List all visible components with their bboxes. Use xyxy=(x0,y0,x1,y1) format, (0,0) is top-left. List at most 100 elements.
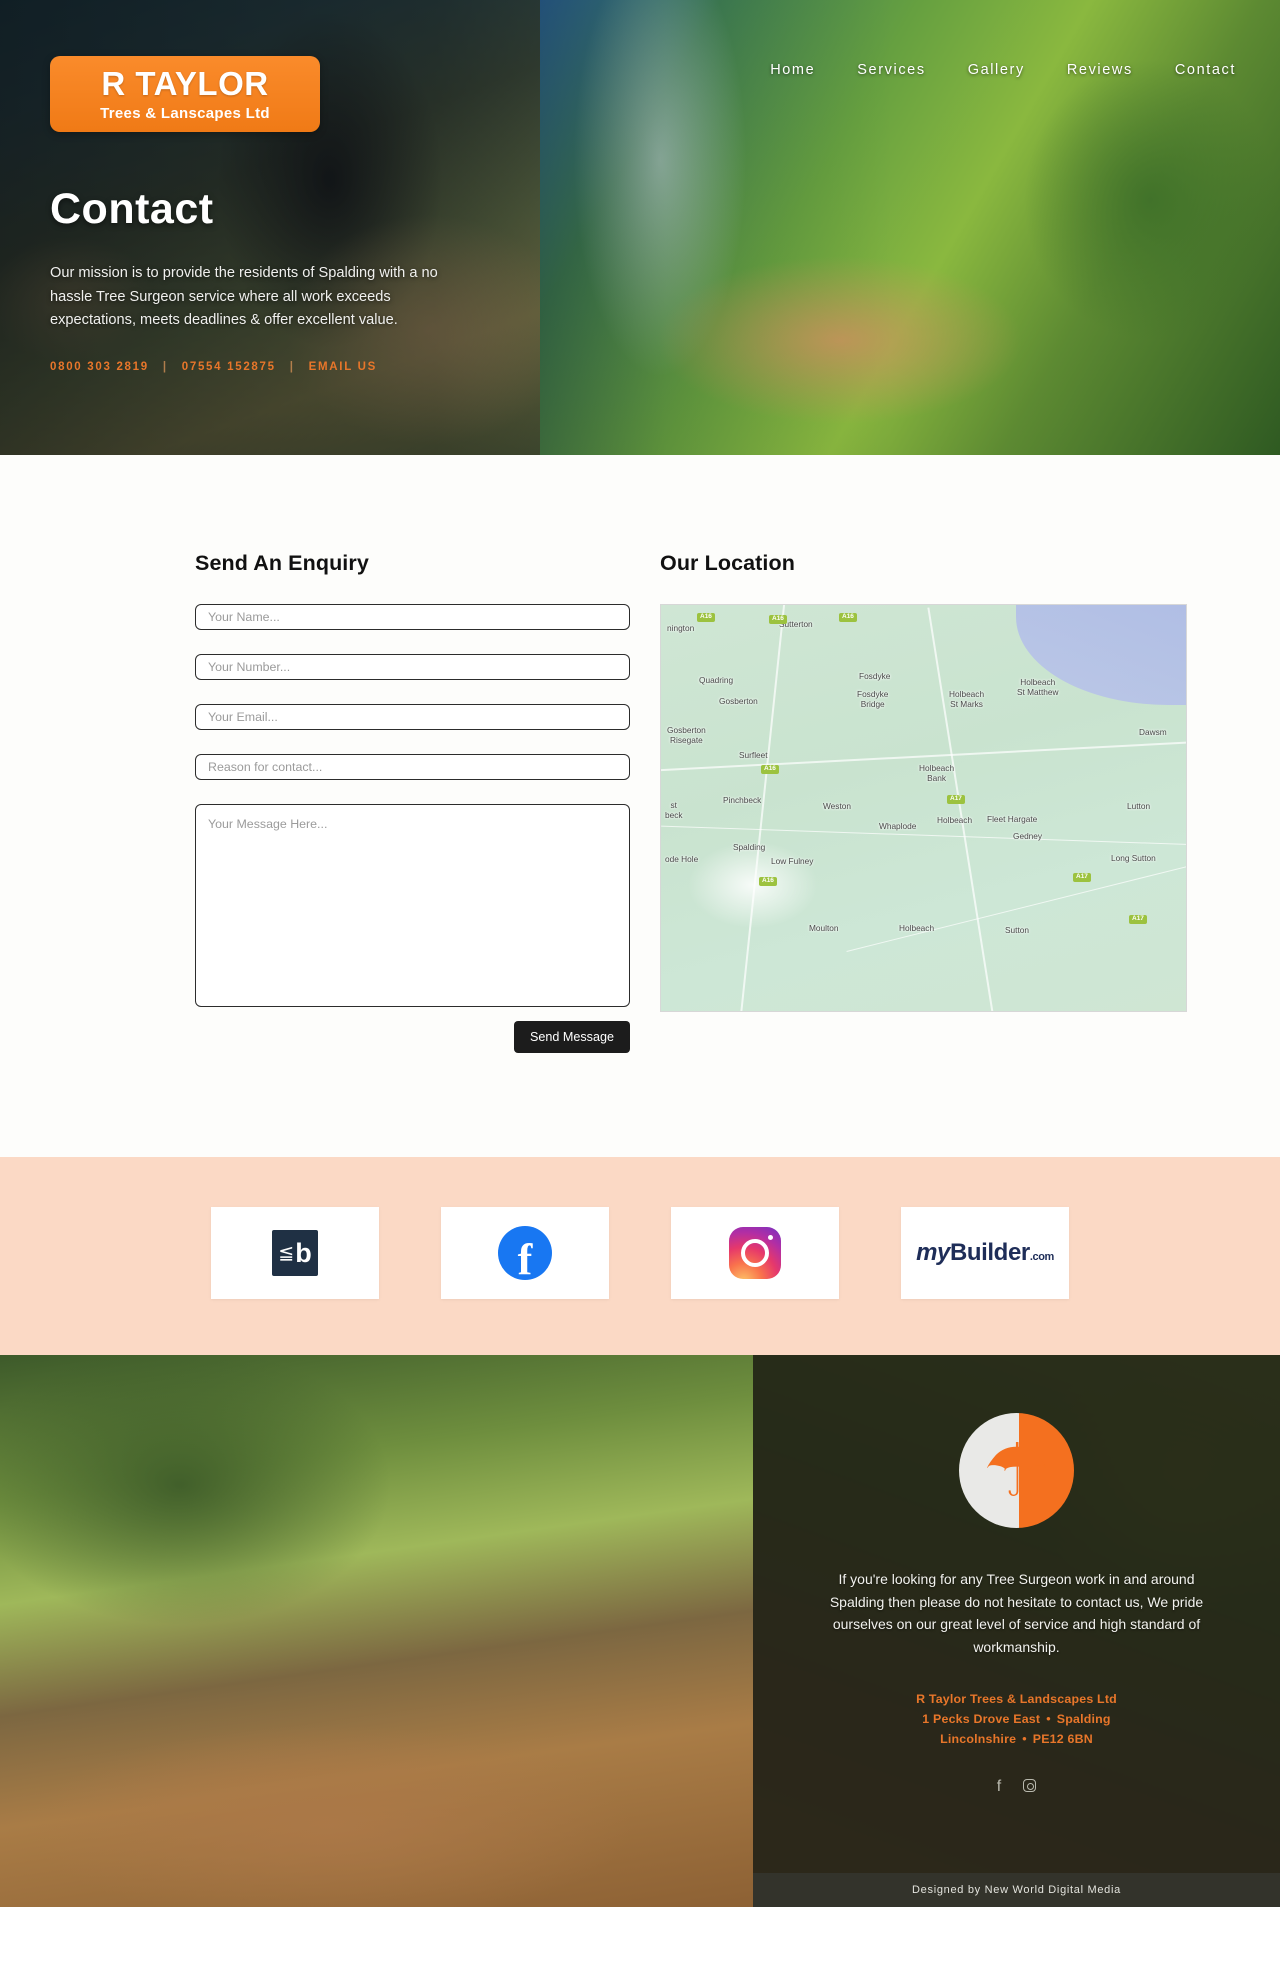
footer-logo[interactable]: ☂ xyxy=(959,1413,1074,1528)
map-place-label: Quadring xyxy=(699,675,734,685)
location-heading: Our Location xyxy=(660,551,795,575)
footer-street: 1 Pecks Drove East xyxy=(922,1711,1041,1726)
site-logo[interactable]: R TAYLOR Trees & Lanscapes Ltd xyxy=(50,56,320,132)
tree-icon: ☂ xyxy=(983,1428,1050,1512)
map-place-label: Gedney xyxy=(1013,831,1043,841)
contact-main-section: Send An Enquiry Send Message Our Locatio… xyxy=(0,455,1280,1157)
map-place-label: Holbeach xyxy=(937,815,973,825)
enquiry-heading: Send An Enquiry xyxy=(195,551,369,575)
map-place-label: Holbeach St Matthew xyxy=(1017,677,1059,698)
map-road-badge: A17 xyxy=(1073,873,1091,882)
map-place-label: Sutton xyxy=(1005,925,1029,935)
map-road-badge: A16 xyxy=(759,877,777,886)
map-place-label: Dawsm xyxy=(1139,727,1167,737)
map-road-badge: A16 xyxy=(697,613,715,622)
facebook-icon: f xyxy=(498,1226,552,1281)
map-canvas: nington Sutterton Quadring Gosberton Fosdyke… xyxy=(661,605,1186,1011)
hero-phone-mobile[interactable]: 07554 152875 xyxy=(182,361,276,373)
number-input[interactable] xyxy=(195,654,630,680)
map-road-badge: A16 xyxy=(769,615,787,624)
map-road-badge: A17 xyxy=(1129,915,1147,924)
map-place-label: nington xyxy=(667,623,695,633)
nav-item-services[interactable]: Services xyxy=(857,62,925,78)
map-place-label: Gosberton Risegate xyxy=(667,725,706,746)
map-place-label: Low Fulney xyxy=(771,856,814,866)
reason-input[interactable] xyxy=(195,754,630,780)
map-place-label: Fosdyke Bridge xyxy=(857,689,889,710)
logo-line-2: Trees & Lanscapes Ltd xyxy=(100,104,270,122)
nav-item-gallery[interactable]: Gallery xyxy=(968,62,1025,78)
footer-dot-1: • xyxy=(1046,1711,1051,1726)
nav-item-contact[interactable]: Contact xyxy=(1175,62,1236,78)
map-place-label: Holbeach xyxy=(899,923,935,933)
mybuilder-builder: Builder xyxy=(949,1239,1030,1266)
mybuilder-icon: myBuilder.com xyxy=(916,1239,1054,1267)
facebook-icon[interactable]: f xyxy=(997,1778,1001,1795)
hero-mission-text: Our mission is to provide the residents … xyxy=(50,265,438,329)
mybuilder-com: .com xyxy=(1029,1251,1054,1263)
map-road-badge: A16 xyxy=(839,613,857,622)
map-place-label: st beck xyxy=(665,800,683,821)
hero-separator-1: | xyxy=(162,360,168,373)
nav-item-reviews[interactable]: Reviews xyxy=(1067,62,1133,78)
footer-social-links[interactable]: f xyxy=(997,1778,1037,1795)
badge-facebook[interactable]: f xyxy=(441,1207,609,1299)
map-place-label: Long Sutton xyxy=(1111,853,1156,863)
map-place-label: Fosdyke xyxy=(859,671,891,681)
map-place-label: Spalding xyxy=(733,842,766,852)
mybuilder-my: my xyxy=(916,1239,950,1266)
hero-email-link[interactable]: EMAIL US xyxy=(309,361,377,373)
footer-company-name: R Taylor Trees & Landscapes Ltd xyxy=(916,1691,1117,1706)
footer-address-line-1: 1 Pecks Drove East • Spalding xyxy=(916,1709,1117,1729)
map-place-label: ode Hole xyxy=(665,854,699,864)
location-map[interactable]: nington Sutterton Quadring Gosberton Fosdyke… xyxy=(660,604,1187,1012)
main-navigation[interactable]: Home Services Gallery Reviews Contact xyxy=(770,62,1236,78)
hero-section: R TAYLOR Trees & Lanscapes Ltd Home Serv… xyxy=(0,0,1280,455)
map-place-label: Weston xyxy=(823,801,851,811)
enquiry-form[interactable]: Send Message xyxy=(195,604,630,1053)
partner-badges-strip: ≦ b f myBuilder.com xyxy=(0,1157,1280,1355)
instagram-icon[interactable] xyxy=(1023,1778,1037,1792)
badge-yell[interactable]: ≦ b xyxy=(211,1207,379,1299)
page-title: Contact xyxy=(50,185,214,233)
footer-dot-2: • xyxy=(1022,1731,1027,1746)
map-place-label: Moulton xyxy=(809,923,839,933)
hero-separator-2: | xyxy=(289,360,295,373)
hero-phone-freephone[interactable]: 0800 303 2819 xyxy=(50,361,149,373)
message-textarea[interactable] xyxy=(195,804,630,1007)
footer-panel: ☂ If you're looking for any Tree Surgeon… xyxy=(753,1355,1280,1907)
map-place-label: Surfleet xyxy=(739,750,768,760)
yell-icon: ≦ b xyxy=(272,1230,318,1276)
send-message-button[interactable]: Send Message xyxy=(513,1021,630,1053)
map-road-badge: A16 xyxy=(761,765,779,774)
footer-town: Spalding xyxy=(1056,1711,1111,1726)
footer-postcode: PE12 6BN xyxy=(1032,1731,1093,1746)
location-column: Our Location nington Sutterton Quadring Gos… xyxy=(660,551,1187,1053)
footer-address-line-2: Lincolnshire • PE12 6BN xyxy=(916,1729,1117,1749)
footer-credit-bar: Designed by New World Digital Media xyxy=(753,1873,1280,1907)
map-place-label: Fleet Hargate xyxy=(987,814,1038,824)
footer-image-left xyxy=(0,1355,753,1907)
map-place-label: Whaplode xyxy=(879,821,917,831)
map-road-badge: A17 xyxy=(947,795,965,804)
enquiry-form-column: Send An Enquiry Send Message xyxy=(195,551,630,1053)
footer-county: Lincolnshire xyxy=(940,1731,1017,1746)
map-road-line xyxy=(736,605,787,1011)
logo-line-1: R TAYLOR xyxy=(101,64,269,102)
site-footer: ☂ If you're looking for any Tree Surgeon… xyxy=(0,1355,1280,1907)
map-place-label: Holbeach Bank xyxy=(919,763,955,784)
designer-credit: Designed by New World Digital Media xyxy=(912,1884,1121,1896)
email-input[interactable] xyxy=(195,704,630,730)
hero-contact-bar[interactable]: 0800 303 2819 | 07554 152875 | EMAIL US xyxy=(50,361,470,373)
nav-item-home[interactable]: Home xyxy=(770,62,815,78)
map-place-label: Pinchbeck xyxy=(723,795,762,805)
name-input[interactable] xyxy=(195,604,630,630)
map-place-label: Holbeach St Marks xyxy=(949,689,985,710)
map-road-line xyxy=(846,859,1186,953)
badge-instagram[interactable] xyxy=(671,1207,839,1299)
map-place-label: Lutton xyxy=(1127,801,1151,811)
map-road-line xyxy=(927,607,997,1011)
map-place-label: Gosberton xyxy=(719,696,758,706)
instagram-icon xyxy=(729,1227,781,1279)
badge-mybuilder[interactable]: myBuilder.com xyxy=(901,1207,1069,1299)
